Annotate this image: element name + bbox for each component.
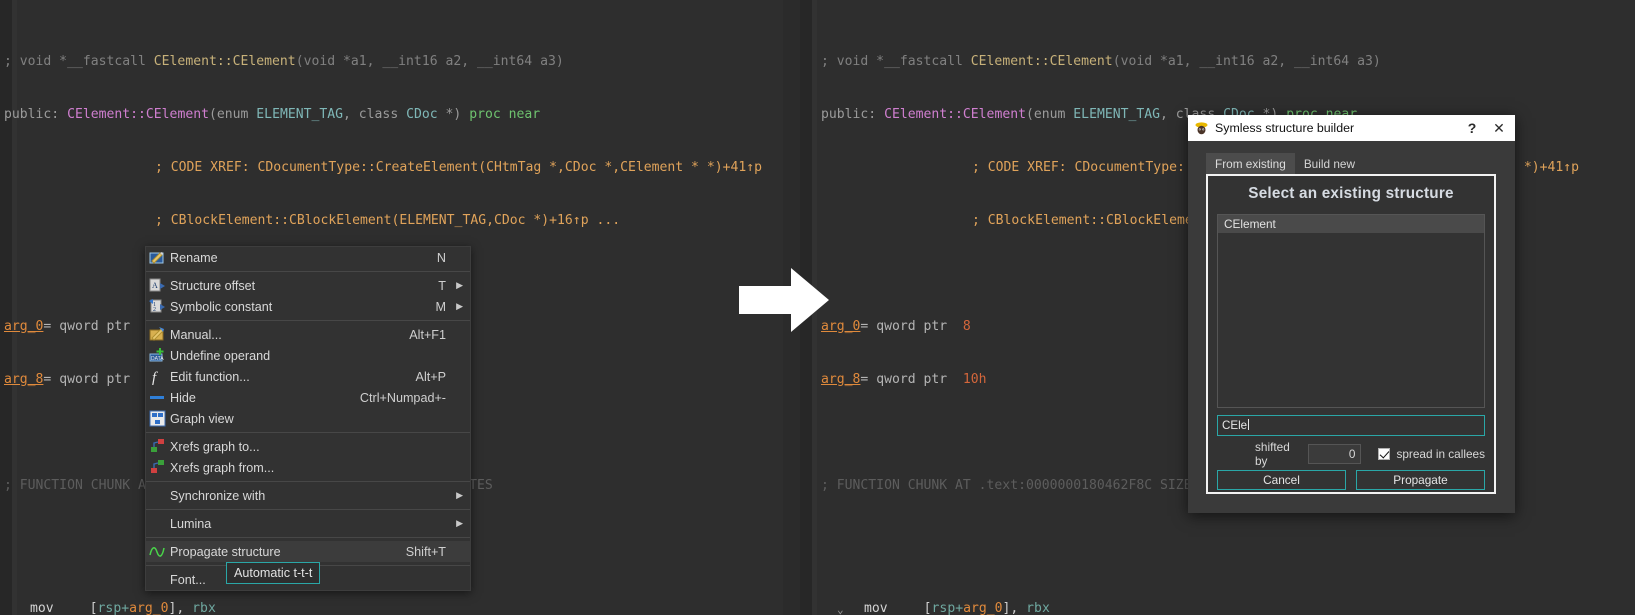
propagate-structure-icon bbox=[149, 543, 166, 560]
menu-item-label: Rename bbox=[170, 250, 218, 265]
menu-separator bbox=[146, 481, 470, 482]
menu-item-symbolic-constant[interactable]: 1 2 Symbolic constant M ▶ bbox=[146, 296, 470, 317]
chevron-right-icon: ▶ bbox=[456, 490, 463, 500]
menu-item-propagate-structure[interactable]: Propagate structure Shift+T bbox=[146, 541, 470, 562]
menu-item-shortcut: Alt+F1 bbox=[409, 327, 446, 342]
menu-item-label: Synchronize with bbox=[170, 488, 266, 503]
svg-text:A: A bbox=[152, 281, 158, 290]
menu-item-undefine-operand[interactable]: DATA Undefine operand bbox=[146, 345, 470, 366]
menu-separator bbox=[146, 320, 470, 321]
menu-item-hide[interactable]: Hide Ctrl+Numpad+- bbox=[146, 387, 470, 408]
hide-icon bbox=[149, 389, 166, 406]
svg-text:2: 2 bbox=[153, 307, 156, 313]
menu-separator bbox=[146, 432, 470, 433]
undefine-operand-icon: DATA bbox=[149, 347, 166, 364]
shifted-by-input[interactable]: 0 bbox=[1308, 444, 1362, 464]
dialog-tabs[interactable]: From existing Build new bbox=[1206, 153, 1364, 176]
tab-build-new[interactable]: Build new bbox=[1294, 153, 1364, 176]
menu-item-edit-function[interactable]: f Edit function... Alt+P bbox=[146, 366, 470, 387]
code-line: ; CBlockElement::CBlockElement(ELEMENT_T… bbox=[155, 212, 621, 228]
code-line: public: CElement::CElement(enum ELEMENT_… bbox=[4, 106, 541, 122]
symbolic-constant-icon: 1 2 bbox=[149, 298, 166, 315]
code-line: mov [rsp+arg_0], rbx bbox=[30, 601, 216, 615]
graph-view-icon bbox=[149, 410, 166, 427]
menu-item-label: Symbolic constant bbox=[170, 299, 273, 314]
menu-item-label: Xrefs graph to... bbox=[170, 439, 260, 454]
menu-item-shortcut: T bbox=[438, 278, 446, 293]
menu-separator bbox=[146, 509, 470, 510]
menu-item-shortcut: N bbox=[436, 250, 446, 265]
code-line: ⌄ mov [rsp+arg_0], rbx bbox=[817, 600, 1635, 615]
chevron-right-icon: ▶ bbox=[456, 280, 463, 290]
chevron-down-icon[interactable]: ⌄ bbox=[837, 601, 844, 615]
context-menu[interactable]: Rename N A Structure offset T ▶ 1 2 Symb… bbox=[145, 246, 471, 591]
structure-list[interactable]: CElement bbox=[1217, 214, 1485, 408]
menu-item-label: Undefine operand bbox=[170, 348, 271, 363]
code-line: ; void *__fastcall CElement::CElement(vo… bbox=[4, 53, 564, 69]
structure-filter-input[interactable]: CEle bbox=[1217, 415, 1485, 436]
menu-item-structure-offset[interactable]: A Structure offset T ▶ bbox=[146, 275, 470, 296]
rename-icon bbox=[149, 249, 166, 266]
menu-item-label: Font... bbox=[170, 572, 206, 587]
shift-row: shifted by 0 spread in callees bbox=[1217, 440, 1485, 468]
shifted-by-label: shifted by bbox=[1255, 440, 1290, 468]
menu-item-synchronize-with[interactable]: Synchronize with ▶ bbox=[146, 485, 470, 506]
menu-item-graph-view[interactable]: Graph view bbox=[146, 408, 470, 429]
symless-app-icon bbox=[1194, 121, 1209, 136]
dialog-heading: Select an existing structure bbox=[1248, 185, 1454, 202]
chevron-right-icon: ▶ bbox=[456, 301, 463, 311]
menu-item-shortcut: M bbox=[435, 299, 447, 314]
tab-from-existing[interactable]: From existing bbox=[1206, 153, 1295, 176]
edit-function-icon: f bbox=[149, 368, 166, 386]
spread-in-callees-checkbox[interactable]: spread in callees bbox=[1378, 447, 1485, 461]
menu-separator bbox=[146, 271, 470, 272]
menu-item-rename[interactable]: Rename N bbox=[146, 247, 470, 268]
menu-item-xrefs-graph-from[interactable]: Xrefs graph from... bbox=[146, 457, 470, 478]
manual-icon bbox=[149, 326, 166, 343]
menu-item-lumina[interactable]: Lumina ▶ bbox=[146, 513, 470, 534]
dialog-title: Symless structure builder bbox=[1215, 121, 1355, 135]
menu-item-label: Propagate structure bbox=[170, 544, 281, 559]
structure-offset-icon: A bbox=[149, 277, 166, 294]
menu-item-label: Edit function... bbox=[170, 369, 250, 384]
list-item[interactable]: CElement bbox=[1218, 215, 1484, 233]
menu-item-label: Hide bbox=[170, 390, 196, 405]
propagate-button[interactable]: Propagate bbox=[1356, 470, 1485, 490]
menu-item-shortcut: Shift+T bbox=[405, 544, 446, 559]
symless-structure-builder-dialog[interactable]: Symless structure builder ? ✕ From exist… bbox=[1188, 115, 1515, 513]
cancel-button[interactable]: Cancel bbox=[1217, 470, 1346, 490]
menu-item-manual[interactable]: Manual... Alt+F1 bbox=[146, 324, 470, 345]
tooltip: Automatic t-t-t bbox=[226, 562, 321, 584]
transition-arrow-icon bbox=[739, 268, 829, 332]
filter-value: CEle bbox=[1222, 419, 1248, 432]
close-icon[interactable]: ✕ bbox=[1483, 120, 1515, 137]
svg-text:f: f bbox=[152, 370, 158, 385]
code-line: ; CODE XREF: CDocumentType::CreateElemen… bbox=[155, 159, 762, 175]
chevron-right-icon: ▶ bbox=[456, 518, 463, 528]
menu-item-xrefs-graph-to[interactable]: Xrefs graph to... bbox=[146, 436, 470, 457]
menu-item-shortcut: Alt+P bbox=[415, 369, 446, 384]
menu-item-label: Structure offset bbox=[170, 278, 256, 293]
menu-separator bbox=[146, 537, 470, 538]
menu-item-label: Graph view bbox=[170, 411, 234, 426]
svg-text:DATA: DATA bbox=[151, 356, 164, 362]
menu-item-shortcut: Ctrl+Numpad+- bbox=[359, 390, 446, 405]
dialog-body: Select an existing structure CElement CE… bbox=[1206, 174, 1496, 494]
menu-item-label: Manual... bbox=[170, 327, 222, 342]
dialog-titlebar[interactable]: Symless structure builder ? ✕ bbox=[1188, 115, 1515, 141]
xrefs-graph-to-icon bbox=[149, 438, 166, 455]
menu-item-label: Xrefs graph from... bbox=[170, 460, 275, 475]
checkbox-label: spread in callees bbox=[1396, 447, 1485, 461]
checkbox-box[interactable] bbox=[1378, 448, 1391, 460]
xrefs-graph-from-icon bbox=[149, 459, 166, 476]
dialog-buttons: Cancel Propagate bbox=[1217, 470, 1485, 490]
code-line: ; void *__fastcall CElement::CElement(vo… bbox=[821, 53, 1381, 69]
screenshot-root: ; void *__fastcall CElement::CElement(vo… bbox=[0, 0, 1635, 615]
help-icon[interactable]: ? bbox=[1461, 120, 1483, 136]
menu-item-label: Lumina bbox=[170, 516, 212, 531]
text-caret bbox=[1248, 419, 1250, 430]
